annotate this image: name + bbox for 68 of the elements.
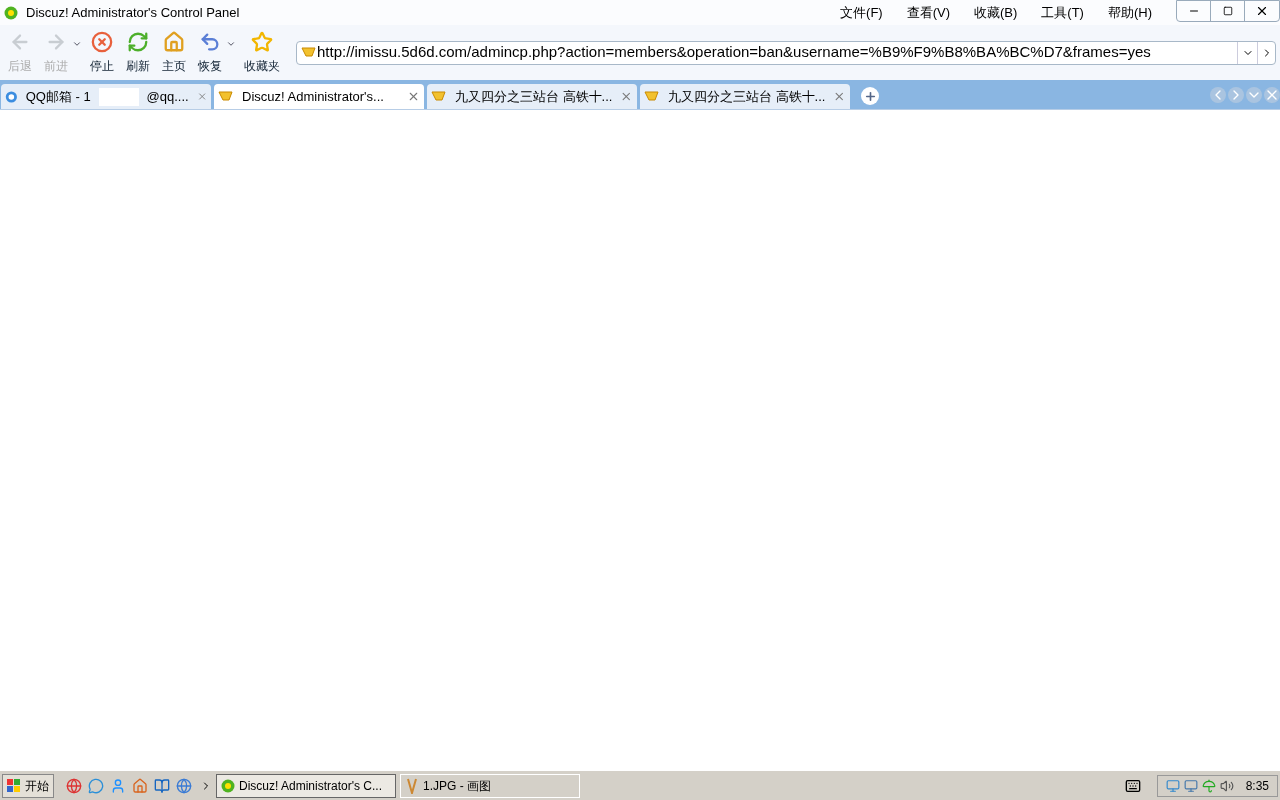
umbrella-icon: [1201, 778, 1216, 793]
new-tab-button[interactable]: [861, 87, 879, 105]
tab-list-icon: [1246, 87, 1262, 103]
stop-icon: [91, 30, 113, 53]
browser-logo-icon: [221, 778, 235, 793]
menu-item[interactable]: 收藏(B): [962, 2, 1030, 23]
cup-icon: [431, 89, 447, 104]
tab-title: 九又四分之三站台 高铁十...: [668, 87, 826, 106]
toolbar-button[interactable]: 收藏夹: [240, 30, 284, 75]
menu-item[interactable]: 查看(V): [894, 2, 962, 23]
toolbar-button[interactable]: 恢复: [194, 30, 226, 75]
tab-title: Discuz! Administrator's...: [242, 87, 385, 106]
maximize-icon: [1222, 6, 1233, 16]
close-icon: [196, 90, 207, 103]
start-button[interactable]: 开始: [2, 773, 54, 798]
windows-logo-icon: [7, 778, 21, 793]
person-icon: [110, 777, 126, 794]
brush-icon: [405, 777, 419, 794]
taskbar-button[interactable]: 1.JPG - 画图: [400, 773, 580, 798]
home-icon: [163, 30, 185, 53]
quick-launch-button[interactable]: [132, 777, 148, 794]
menu-item[interactable]: 帮助(H): [1095, 2, 1164, 23]
quick-launch-button[interactable]: [154, 777, 170, 794]
menu-item[interactable]: 文件(F): [828, 2, 895, 23]
mail-logo-icon: [5, 88, 18, 105]
home-icon: [132, 777, 148, 794]
menu-item[interactable]: 工具(T): [1029, 2, 1096, 23]
quick-launch-button[interactable]: [66, 777, 82, 794]
close-icon: [1264, 87, 1280, 103]
cup-icon: [218, 89, 234, 104]
toolbar-button[interactable]: 刷新: [122, 30, 154, 75]
taskbar-button[interactable]: Discuz! Administrator's C...: [216, 773, 396, 798]
browser-logo-icon: [4, 5, 18, 20]
cup-icon: [301, 45, 317, 60]
toolbar-button[interactable]: 主页: [158, 30, 190, 75]
book-icon: [154, 777, 170, 794]
scroll-left-icon: [1210, 87, 1226, 103]
window-title: Discuz! Administrator's Control Panel: [26, 3, 240, 22]
refresh-icon: [127, 30, 149, 53]
quick-launch-button[interactable]: [110, 777, 126, 794]
speaker-icon: [1219, 778, 1234, 793]
globe-icon: [176, 777, 192, 794]
globe-icon: [66, 777, 82, 794]
tab-title: @qq....: [146, 87, 189, 106]
chat-icon: [88, 777, 104, 794]
quick-launch-button[interactable]: [88, 777, 104, 794]
close-icon: [1255, 4, 1269, 18]
browser-tab[interactable]: QQ邮箱 - 1 @qq....: [1, 84, 211, 109]
close-icon: [833, 90, 846, 103]
cup-icon: [644, 89, 660, 104]
browser-tab[interactable]: Discuz! Administrator's...: [214, 84, 424, 109]
network-icon: [1165, 778, 1180, 793]
star-icon: [251, 30, 273, 53]
toolbar-button[interactable]: 停止: [86, 30, 118, 75]
browser-tab[interactable]: 九又四分之三站台 高铁十...: [640, 84, 850, 109]
undo-icon: [199, 30, 221, 53]
tab-title: 九又四分之三站台 高铁十...: [455, 87, 613, 106]
plus-icon: [863, 89, 877, 103]
quick-launch-button[interactable]: [176, 777, 192, 794]
browser-tab[interactable]: 九又四分之三站台 高铁十...: [427, 84, 637, 109]
tab-title: QQ邮箱 - 1: [25, 87, 91, 106]
address-field[interactable]: http://imissu.5d6d.com/admincp.php?action=members&operation=ban&username=%B9%F9%B8%BA%BC%D7&frames=yes: [296, 40, 1276, 65]
clock: 8:35: [1245, 777, 1269, 795]
network-icon: [1183, 778, 1198, 793]
close-icon: [620, 90, 633, 103]
keyboard-icon: [1124, 777, 1141, 794]
close-icon: [407, 90, 420, 103]
scroll-right-icon: [1228, 87, 1244, 103]
